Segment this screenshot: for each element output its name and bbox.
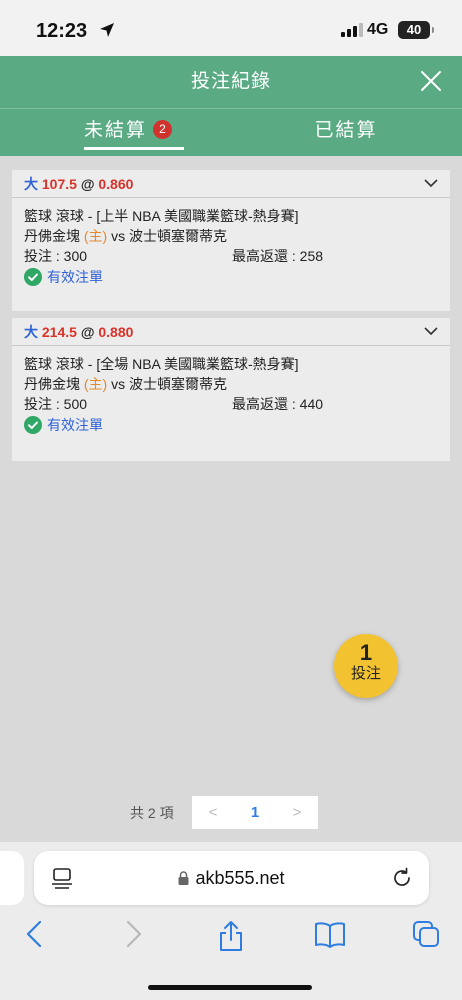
chevron-down-icon[interactable] xyxy=(424,327,438,336)
vs-text: vs xyxy=(111,228,126,244)
home-indicator xyxy=(148,985,312,990)
bet-status: 有效注單 xyxy=(24,266,438,288)
home-tag: (主) xyxy=(83,228,108,244)
bet-card: 大 214.5 @ 0.880 籃球 滾球 - [全場 NBA 美國職業籃球-熱… xyxy=(12,318,450,461)
pagination: < 1 > xyxy=(192,796,318,829)
page-header: 投注紀錄 xyxy=(0,56,462,108)
bet-card-body: 籃球 滾球 - [上半 NBA 美國職業籃球-熱身賽] 丹佛金塊 (主) vs … xyxy=(12,198,450,288)
selection-line: 107.5 xyxy=(41,176,77,192)
previous-tab-edge[interactable] xyxy=(0,851,24,905)
stake-row: 投注 : 300 最高返還 : 258 xyxy=(24,246,438,266)
prev-page-button[interactable]: < xyxy=(192,796,234,829)
bet-status-label: 有效注單 xyxy=(47,417,103,433)
check-circle-icon xyxy=(24,268,42,286)
network-type: 4G xyxy=(367,21,389,38)
stake-amount: 投注 : 300 xyxy=(24,248,88,264)
selection-odds: 0.880 xyxy=(98,324,134,340)
vs-text: vs xyxy=(111,376,126,392)
bet-status-label: 有效注單 xyxy=(47,269,103,285)
bet-card-header[interactable]: 大 107.5 @ 0.860 xyxy=(12,170,450,198)
home-tag: (主) xyxy=(83,376,108,392)
home-team: 丹佛金塊 xyxy=(24,228,80,244)
odds-at-sign: @ xyxy=(80,324,95,340)
selection-line: 214.5 xyxy=(41,324,77,340)
battery-nub xyxy=(432,27,434,33)
status-time: 12:23 xyxy=(36,20,88,42)
bet-slip-button[interactable]: 1 投注 xyxy=(334,634,398,698)
status-bar: 12:23 4G 40 xyxy=(0,0,462,56)
share-icon[interactable] xyxy=(218,920,244,952)
away-team: 波士頓塞爾蒂克 xyxy=(129,228,227,244)
home-team: 丹佛金塊 xyxy=(24,376,80,392)
bet-card-body: 籃球 滾球 - [全場 NBA 美國職業籃球-熱身賽] 丹佛金塊 (主) vs … xyxy=(12,346,450,436)
chevron-down-icon[interactable] xyxy=(424,179,438,188)
address-bar[interactable]: akb555.net xyxy=(34,851,429,905)
check-circle-icon xyxy=(24,416,42,434)
total-count: 共 2 項 xyxy=(130,805,174,821)
tab-settled[interactable]: 已結算 xyxy=(290,109,402,157)
tab-settled-label: 已結算 xyxy=(314,120,378,141)
odds-at-sign: @ xyxy=(80,176,95,192)
league-line: 籃球 滾球 - [全場 NBA 美國職業籃球-熱身賽] xyxy=(24,356,299,372)
page-title: 投注紀錄 xyxy=(190,71,271,92)
selection-type: 大 xyxy=(24,324,38,340)
bet-slip-count: 1 xyxy=(359,640,373,665)
max-return: 最高返還 : 440 xyxy=(232,396,324,412)
current-page[interactable]: 1 xyxy=(234,796,276,829)
away-team: 波士頓塞爾蒂克 xyxy=(129,376,227,392)
battery-level: 40 xyxy=(398,21,430,39)
bet-card-header[interactable]: 大 214.5 @ 0.880 xyxy=(12,318,450,346)
bet-status: 有效注單 xyxy=(24,414,438,436)
unsettled-count-badge: 2 xyxy=(153,120,172,139)
active-tab-indicator xyxy=(84,147,184,150)
tabs-icon[interactable] xyxy=(412,920,440,948)
close-icon[interactable] xyxy=(420,70,442,92)
forward-icon[interactable] xyxy=(126,920,142,948)
match-line: 丹佛金塊 (主) vs 波士頓塞爾蒂克 xyxy=(24,226,438,246)
bet-slip-label: 投注 xyxy=(350,665,381,682)
back-icon[interactable] xyxy=(26,920,42,948)
signal-icon xyxy=(341,23,363,37)
league-line: 籃球 滾球 - [上半 NBA 美國職業籃球-熱身賽] xyxy=(24,208,299,224)
location-arrow-icon xyxy=(100,23,114,37)
tab-bar: 未結算 2 已結算 xyxy=(0,108,462,156)
bet-card: 大 107.5 @ 0.860 籃球 滾球 - [上半 NBA 美國職業籃球-熱… xyxy=(12,170,450,311)
reload-icon[interactable] xyxy=(391,867,413,889)
selection-odds: 0.860 xyxy=(98,176,134,192)
bookmarks-icon[interactable] xyxy=(314,920,346,948)
match-line: 丹佛金塊 (主) vs 波士頓塞爾蒂克 xyxy=(24,374,438,394)
lock-icon xyxy=(178,871,189,885)
stake-amount: 投注 : 500 xyxy=(24,396,88,412)
url-text: akb555.net xyxy=(34,851,429,905)
stake-row: 投注 : 500 最高返還 : 440 xyxy=(24,394,438,414)
next-page-button[interactable]: > xyxy=(276,796,318,829)
url-label: akb555.net xyxy=(195,868,285,888)
max-return: 最高返還 : 258 xyxy=(232,248,324,264)
selection-type: 大 xyxy=(24,176,38,192)
